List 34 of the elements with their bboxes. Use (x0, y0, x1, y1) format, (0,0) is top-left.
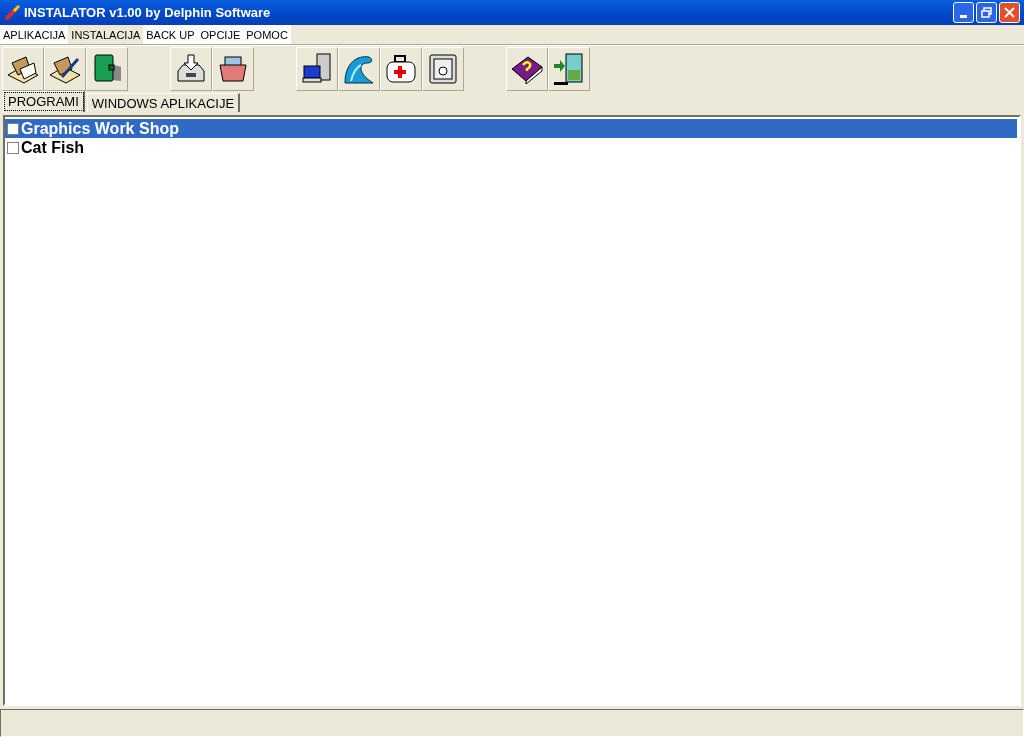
toolbar-button[interactable] (170, 46, 212, 91)
inbox-tray-icon (175, 52, 207, 85)
program-name: Graphics Work Shop (21, 118, 179, 139)
restore-icon (981, 7, 992, 18)
toolbar-button[interactable] (2, 46, 44, 91)
checkbox[interactable] (7, 141, 19, 154)
minimize-button[interactable] (953, 2, 974, 23)
close-icon (1004, 7, 1015, 18)
close-button[interactable] (999, 2, 1020, 23)
program-item[interactable]: Cat Fish (5, 138, 1017, 157)
toolbar-button[interactable] (296, 46, 338, 91)
window-title: INSTALATOR v1.00 by Delphin Software (24, 3, 271, 22)
toolbar-button[interactable] (422, 46, 464, 91)
toolbar-button[interactable] (44, 46, 86, 91)
wallet-icon (91, 52, 123, 85)
first-aid-kit-icon (385, 53, 417, 84)
app-icon (4, 4, 20, 21)
toolbar-button[interactable] (548, 46, 590, 91)
toolbar-button[interactable] (338, 46, 380, 91)
toolbar-button[interactable] (380, 46, 422, 91)
restore-button[interactable] (976, 2, 997, 23)
program-item[interactable]: Graphics Work Shop (5, 119, 1017, 138)
toolbar-button[interactable] (212, 46, 254, 91)
tab[interactable]: WINDOWS APLIKACIJE (86, 93, 241, 112)
safe-icon (428, 52, 458, 85)
computer-icon (301, 51, 333, 86)
minimize-icon (960, 15, 967, 18)
toolbar-button[interactable] (506, 46, 548, 91)
menu-item[interactable]: INSTALACIJA (68, 25, 144, 44)
program-name: Cat Fish (21, 137, 85, 158)
exit-door-icon (552, 51, 586, 86)
toolbar-button[interactable] (86, 46, 128, 91)
checkbox[interactable] (7, 122, 19, 135)
tab[interactable]: PROGRAMI (3, 91, 85, 112)
